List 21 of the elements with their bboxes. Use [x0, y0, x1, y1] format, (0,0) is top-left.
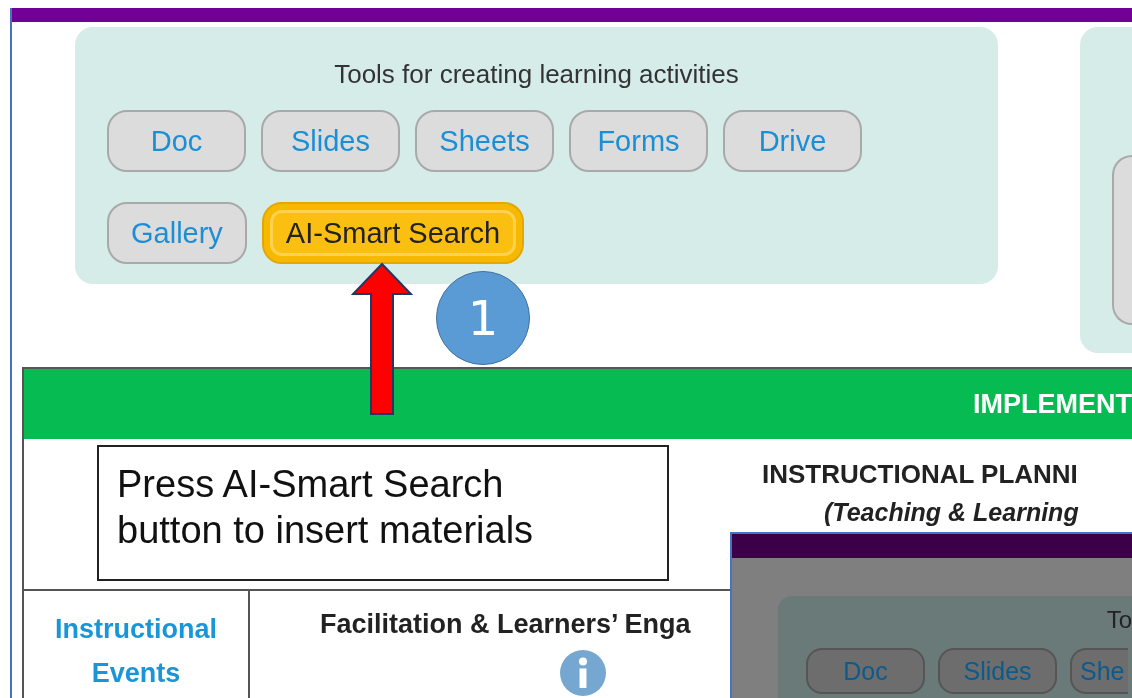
column-header: Instructional Events	[24, 591, 250, 698]
tool-button[interactable]: Gallery	[107, 202, 247, 264]
step-number: 1	[436, 271, 530, 365]
info-icon[interactable]	[560, 650, 606, 696]
callout-text: Press AI-Smart Search button to insert materials	[97, 445, 669, 581]
column-header: Facilitation & Learners’ Enga	[320, 609, 691, 640]
card-title: Tools for creating learning activities	[333, 59, 740, 90]
tool-button[interactable]: Slides	[938, 648, 1057, 694]
section-title: INSTRUCTIONAL PLANNI	[762, 459, 1079, 490]
tool-button[interactable]: Slides	[261, 110, 400, 172]
tool-button[interactable]	[1112, 155, 1132, 325]
tool-button[interactable]: AI-Smart Search	[261, 202, 525, 264]
tool-button[interactable]: She	[1070, 648, 1129, 694]
tool-button[interactable]: Sheets	[415, 110, 554, 172]
banner-title: IMPLEMENT	[973, 388, 1132, 420]
tool-button[interactable]: Drive	[723, 110, 862, 172]
tool-button[interactable]: Doc	[806, 648, 925, 694]
section-subtitle: (Teaching & Learning	[824, 498, 1080, 527]
tool-button[interactable]: Forms	[569, 110, 708, 172]
card-title: To	[1106, 606, 1132, 633]
tool-button[interactable]: Doc	[107, 110, 246, 172]
